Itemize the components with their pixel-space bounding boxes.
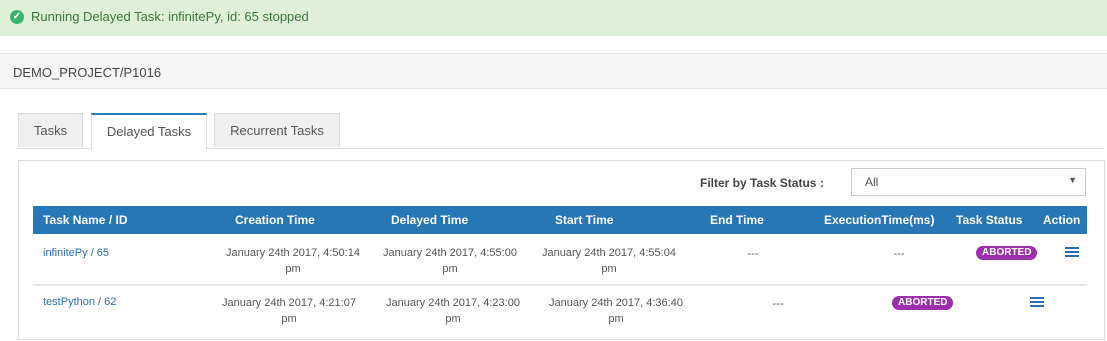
col-task-name[interactable]: Task Name / ID: [43, 213, 127, 227]
list-icon[interactable]: [1030, 297, 1044, 308]
col-start-time[interactable]: Start Time: [555, 213, 613, 227]
tab-recurrent-tasks[interactable]: Recurrent Tasks: [214, 113, 340, 147]
status-badge: ABORTED: [976, 246, 1038, 260]
col-delayed-time[interactable]: Delayed Time: [391, 213, 468, 227]
tasks-panel: Filter by Task Status : All ▼ Task Name …: [18, 160, 1105, 340]
col-end-time[interactable]: End Time: [710, 213, 764, 227]
tab-delayed-tasks[interactable]: Delayed Tasks: [91, 113, 207, 149]
status-badge: ABORTED: [892, 296, 954, 310]
table-header: Task Name / ID Creation Time Delayed Tim…: [33, 206, 1087, 234]
filter-selected-value: All: [865, 175, 879, 189]
task-tabs: Tasks Delayed Tasks Recurrent Tasks: [18, 113, 1104, 149]
execution-time: ---: [893, 248, 905, 260]
creation-time: January 24th 2017, 4:50:14 pm: [226, 247, 360, 275]
table-row: infinitePy / 65 January 24th 2017, 4:50:…: [33, 235, 1087, 286]
breadcrumb: DEMO_PROJECT/P1016: [0, 53, 1107, 89]
filter-label: Filter by Task Status :: [700, 176, 824, 190]
delayed-time: January 24th 2017, 4:23:00 pm: [386, 297, 520, 325]
task-link[interactable]: infinitePy / 65: [43, 247, 109, 259]
list-icon[interactable]: [1065, 247, 1079, 258]
task-link[interactable]: testPython / 62: [43, 296, 116, 308]
check-circle-icon: ✓: [10, 10, 24, 24]
end-time: ---: [747, 248, 759, 260]
delayed-time: January 24th 2017, 4:55:00 pm: [383, 247, 517, 275]
col-execution-time[interactable]: ExecutionTime(ms): [824, 213, 934, 227]
col-creation-time[interactable]: Creation Time: [235, 213, 315, 227]
caret-down-icon: ▼: [1068, 175, 1077, 185]
start-time: January 24th 2017, 4:36:40 pm: [549, 297, 683, 325]
start-time: January 24th 2017, 4:55:04 pm: [542, 247, 676, 275]
table-row: testPython / 62 January 24th 2017, 4:21:…: [33, 286, 1087, 341]
col-task-status[interactable]: Task Status: [956, 213, 1022, 227]
breadcrumb-path[interactable]: DEMO_PROJECT/P1016: [13, 65, 161, 80]
col-action: Action: [1043, 213, 1081, 227]
alert-message: Running Delayed Task: infinitePy, id: 65…: [31, 9, 309, 24]
success-alert: ✓ Running Delayed Task: infinitePy, id: …: [0, 0, 1107, 36]
status-filter-select[interactable]: All ▼: [851, 168, 1086, 196]
creation-time: January 24th 2017, 4:21:07 pm: [222, 297, 356, 325]
tab-tasks[interactable]: Tasks: [18, 113, 83, 147]
end-time: ---: [772, 298, 784, 310]
